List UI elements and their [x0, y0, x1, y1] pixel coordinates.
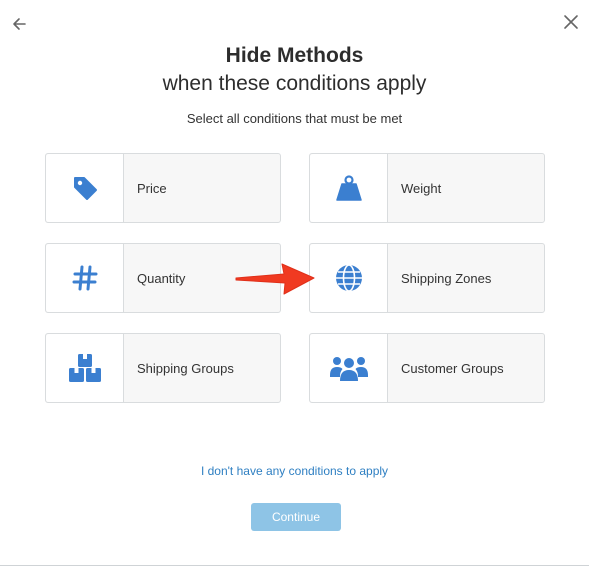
annotation-arrow-icon — [235, 263, 315, 295]
condition-card-shipping-groups[interactable]: Shipping Groups — [45, 333, 281, 403]
boxes-icon — [68, 354, 101, 382]
globe-icon — [335, 264, 362, 292]
page-subtitle: when these conditions apply — [162, 72, 427, 95]
price-tag-icon — [73, 177, 97, 200]
users-icon — [329, 357, 368, 381]
condition-card-price[interactable]: Price — [45, 153, 281, 223]
continue-button[interactable]: Continue — [251, 503, 341, 531]
back-button[interactable] — [10, 14, 30, 34]
condition-label: Shipping Groups — [137, 360, 234, 376]
close-icon — [564, 15, 578, 29]
page-title: Hide Methods — [225, 44, 364, 67]
condition-card-weight[interactable]: Weight — [309, 153, 545, 223]
weight-icon — [335, 175, 362, 201]
condition-card-shipping-zones[interactable]: Shipping Zones — [309, 243, 545, 313]
hash-icon — [72, 265, 97, 291]
no-conditions-link[interactable]: I don't have any conditions to apply — [0, 464, 589, 478]
back-arrow-icon — [13, 18, 26, 30]
condition-label: Weight — [401, 180, 442, 196]
condition-label: Price — [137, 180, 167, 196]
bottom-divider — [0, 565, 589, 566]
condition-label: Shipping Zones — [401, 270, 492, 286]
instruction-text: Select all conditions that must be met — [186, 111, 403, 126]
close-button[interactable] — [561, 12, 581, 32]
condition-card-customer-groups[interactable]: Customer Groups — [309, 333, 545, 403]
condition-label: Customer Groups — [401, 360, 504, 376]
